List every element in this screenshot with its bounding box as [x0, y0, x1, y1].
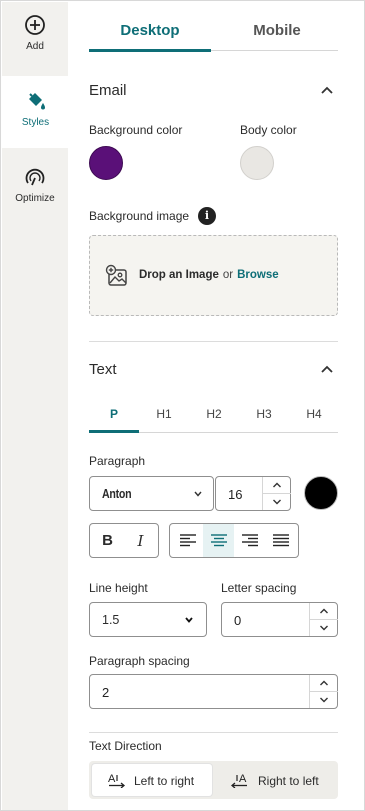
- image-dropzone[interactable]: Drop an Image or Browse: [89, 235, 338, 316]
- chevron-down-icon: [273, 499, 281, 505]
- rtl-label: Right to left: [258, 774, 319, 788]
- left-to-right-button[interactable]: A Left to right: [92, 764, 212, 796]
- section-divider: [89, 732, 338, 733]
- drop-image-text: Drop an Image: [139, 269, 219, 281]
- background-image-label: Background image: [89, 209, 190, 223]
- svg-text:A: A: [108, 773, 116, 785]
- subtab-h3[interactable]: H3: [239, 407, 289, 421]
- letter-spacing-stepper-buttons: [309, 603, 338, 637]
- styles-panel: Add Styles Optimize Desktop Mobile Email: [0, 0, 365, 811]
- line-height-label: Line height: [89, 581, 148, 595]
- or-text: or: [222, 269, 234, 281]
- browse-link[interactable]: Browse: [237, 269, 279, 281]
- align-right-button[interactable]: [234, 524, 265, 557]
- plus-circle-icon: [25, 15, 45, 35]
- device-tabs: Desktop Mobile: [89, 15, 338, 52]
- email-section-title: Email: [89, 82, 127, 99]
- rail-label-styles: Styles: [21, 117, 50, 128]
- add-image-icon: [105, 264, 127, 286]
- text-section-title: Text: [89, 361, 117, 378]
- chevron-up-icon[interactable]: [320, 83, 334, 97]
- paragraph-spacing-stepper[interactable]: 2: [89, 674, 338, 709]
- chevron-up-icon[interactable]: [320, 362, 334, 376]
- chevron-down-icon: [320, 697, 328, 703]
- bold-button[interactable]: B: [92, 524, 123, 557]
- chevron-up-icon: [320, 680, 328, 686]
- line-height-select[interactable]: 1.5: [89, 602, 207, 637]
- ltr-icon: A: [108, 773, 126, 788]
- increment-button[interactable]: [310, 603, 338, 620]
- rail-item-styles[interactable]: Styles: [2, 76, 69, 148]
- paragraph-spacing-value: 2: [102, 685, 110, 700]
- tab-mobile[interactable]: Mobile: [216, 15, 338, 51]
- side-rail: Add Styles Optimize: [2, 2, 69, 810]
- align-center-icon: [211, 534, 227, 547]
- increment-button[interactable]: [263, 477, 291, 494]
- svg-text:A: A: [239, 773, 247, 785]
- chevron-down-icon: [320, 625, 328, 631]
- decrement-button[interactable]: [310, 692, 338, 709]
- rail-label-optimize: Optimize: [15, 193, 55, 204]
- subtab-h2[interactable]: H2: [189, 407, 239, 421]
- subtab-h4[interactable]: H4: [289, 407, 339, 421]
- gauge-icon: [25, 168, 45, 186]
- decrement-button[interactable]: [310, 620, 338, 637]
- align-center-button[interactable]: [203, 524, 234, 557]
- chevron-down-icon: [185, 617, 193, 623]
- chevron-up-icon: [320, 608, 328, 614]
- align-justify-icon: [273, 534, 289, 547]
- italic-button[interactable]: I: [125, 524, 156, 557]
- info-icon[interactable]: i: [198, 207, 216, 225]
- ltr-label: Left to right: [134, 774, 195, 788]
- italic-icon: I: [137, 532, 144, 550]
- text-direction-label: Text Direction: [89, 739, 162, 753]
- section-divider: [89, 341, 338, 342]
- active-subtab-indicator: [89, 430, 139, 433]
- letter-spacing-value: 0: [234, 613, 242, 628]
- letter-spacing-label: Letter spacing: [221, 581, 297, 595]
- paragraph-label: Paragraph: [89, 454, 146, 468]
- background-color-swatch[interactable]: [89, 146, 123, 180]
- font-size-stepper-buttons: [262, 477, 291, 511]
- body-color-label: Body color: [240, 123, 297, 137]
- paint-bucket-icon: [28, 93, 45, 110]
- align-right-icon: [242, 534, 258, 547]
- bold-icon: B: [102, 532, 113, 549]
- right-to-left-button[interactable]: A Right to left: [219, 764, 335, 796]
- increment-button[interactable]: [310, 675, 338, 692]
- subtab-p[interactable]: P: [89, 407, 139, 421]
- chevron-down-icon: [194, 491, 202, 497]
- align-left-icon: [180, 534, 196, 547]
- line-height-value: 1.5: [102, 613, 120, 627]
- font-size-value: 16: [228, 487, 243, 502]
- rail-item-add[interactable]: Add: [2, 2, 68, 74]
- background-color-label: Background color: [89, 123, 183, 137]
- rail-item-optimize[interactable]: Optimize: [2, 152, 68, 224]
- align-justify-button[interactable]: [265, 524, 296, 557]
- decrement-button[interactable]: [263, 494, 291, 511]
- alignment-group: [169, 523, 299, 558]
- rtl-icon: A: [231, 773, 247, 788]
- subtab-h1[interactable]: H1: [139, 407, 189, 421]
- text-style-tabs: P H1 H2 H3 H4: [89, 399, 338, 433]
- text-direction-toggle: A Left to right A Right to left: [89, 761, 338, 799]
- rail-label-add: Add: [26, 41, 44, 52]
- paragraph-spacing-stepper-buttons: [309, 675, 338, 709]
- text-color-swatch[interactable]: [304, 476, 338, 510]
- text-format-group: B I: [89, 523, 159, 558]
- font-family-select[interactable]: Anton: [89, 476, 214, 511]
- tab-desktop[interactable]: Desktop: [89, 15, 211, 52]
- body-color-swatch[interactable]: [240, 146, 274, 180]
- dropzone-text: Drop an Image or Browse: [139, 269, 279, 281]
- font-size-stepper[interactable]: 16: [215, 476, 291, 511]
- font-family-value: Anton: [102, 487, 132, 501]
- letter-spacing-stepper[interactable]: 0: [221, 602, 338, 637]
- paragraph-spacing-label: Paragraph spacing: [89, 654, 190, 668]
- align-left-button[interactable]: [172, 524, 203, 557]
- chevron-up-icon: [273, 482, 281, 488]
